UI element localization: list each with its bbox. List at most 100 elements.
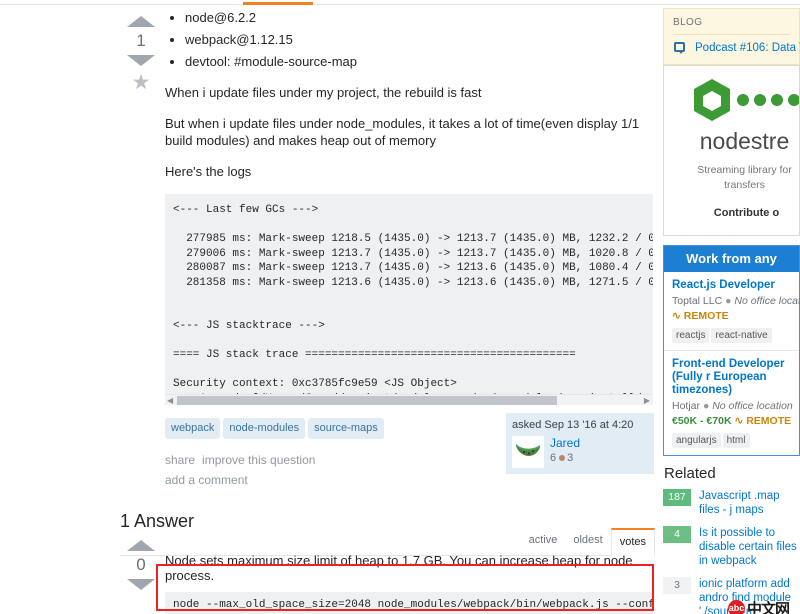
job-salary: €50K - €70K (672, 415, 732, 427)
reputation-value: 6 (550, 452, 556, 464)
related-section: Related 187 Javascript .map files - j ma… (663, 465, 800, 614)
ad-logo-dots (737, 94, 800, 106)
list-item: node@6.2.2 (185, 8, 653, 27)
job-tag[interactable]: html (723, 433, 750, 448)
question-vote-count: 1 (120, 30, 162, 52)
improve-question-link[interactable]: improve this question (202, 453, 315, 467)
divider (673, 34, 790, 35)
blog-item-link[interactable]: Podcast #106: Data Te (695, 41, 800, 55)
question-bullet-list: node@6.2.2 webpack@1.12.15 devtool: #mod… (165, 8, 653, 71)
ad-card[interactable]: nodestre Streaming library for transfers… (663, 65, 800, 236)
list-item: webpack@1.12.15 (185, 30, 653, 49)
job-listing[interactable]: Front-end Developer (Fully r European ti… (664, 350, 799, 455)
answer-body: Node sets maximum size limit of heap to … (165, 540, 653, 614)
watermelon-avatar-icon (515, 444, 541, 460)
ad-cta[interactable]: Contribute o (694, 207, 799, 219)
scroll-left-icon[interactable]: ◀ (167, 396, 173, 405)
question-owner-card: asked Sep 13 '16 at 4:20 Jared 63 (506, 413, 654, 474)
share-link[interactable]: share (165, 453, 195, 467)
dot-icon (788, 94, 800, 106)
job-company-row: Hotjar ● No office location (672, 400, 791, 413)
question-paragraph: Here's the logs (165, 163, 653, 180)
job-remote-label: REMOTE (684, 310, 729, 322)
main-content: 1 ★ node@6.2.2 webpack@1.12.15 devtool: … (0, 8, 660, 614)
user-name-link[interactable]: Jared (550, 436, 580, 450)
job-tag[interactable]: angularjs (672, 433, 721, 448)
dot-icon (737, 94, 749, 106)
dot-icon (754, 94, 766, 106)
speech-bubble-icon (674, 42, 685, 52)
related-vote-count: 3 (663, 577, 691, 594)
blog-card: BLOG Podcast #106: Data Te (663, 8, 800, 65)
blog-item[interactable]: Podcast #106: Data Te (673, 41, 790, 55)
related-vote-count: 187 (663, 489, 691, 506)
answer-upvote-icon[interactable] (127, 540, 155, 551)
scroll-right-icon[interactable]: ▶ (644, 396, 650, 405)
answer-text: Node sets maximum size limit of heap to … (165, 553, 653, 583)
related-item[interactable]: 187 Javascript .map files - j maps (663, 489, 800, 517)
answer-count-title: 1 Answer (120, 511, 194, 532)
watermark: abc 中文网 (728, 598, 789, 614)
answer-downvote-icon[interactable] (127, 579, 155, 590)
related-heading: Related (664, 465, 800, 482)
answer-code-block: node --max_old_space_size=2048 node_modu… (165, 592, 653, 614)
related-link[interactable]: Is it possible to disable certain files … (699, 526, 800, 568)
divider (0, 4, 800, 5)
list-item: devtool: #module-source-map (185, 52, 653, 71)
favorite-star-icon[interactable]: ★ (120, 72, 162, 93)
job-listing[interactable]: React.js Developer Toptal LLC ● No offic… (664, 272, 799, 350)
related-item[interactable]: 4 Is it possible to disable certain file… (663, 526, 800, 568)
ad-subtitle-line2: transfers (724, 179, 765, 191)
job-title-link[interactable]: React.js Developer (672, 279, 791, 292)
ad-logo-row (692, 78, 799, 122)
ad-title: nodestre (690, 128, 799, 155)
user-row: Jared 63 (512, 436, 648, 468)
blog-heading: BLOG (673, 17, 790, 28)
question-code-hscrollbar[interactable]: ◀ ▶ (165, 394, 653, 405)
active-tab-indicator[interactable] (243, 2, 313, 5)
map-pin-icon: ● (703, 400, 709, 412)
job-tag[interactable]: react-native (711, 328, 771, 343)
badge-count: 3 (567, 452, 573, 464)
job-remote-row: ∿ REMOTE (672, 310, 791, 322)
dot-icon (771, 94, 783, 106)
answer-vote-cell: 0 (120, 540, 162, 590)
job-company-row: Toptal LLC ● No office location (672, 295, 791, 308)
jobs-heading: Work from any (664, 246, 799, 272)
watermark-badge: abc (728, 600, 745, 614)
user-info: Jared 63 (550, 436, 580, 468)
user-reputation: 63 (550, 451, 580, 465)
job-tags: reactjsreact-native (672, 326, 791, 343)
add-comment-link[interactable]: add a comment (165, 473, 248, 487)
nodejs-hexagon-icon (692, 78, 732, 122)
tag[interactable]: source-maps (308, 418, 384, 439)
job-tag[interactable]: reactjs (672, 328, 709, 343)
job-location: No office location (712, 400, 793, 412)
stackoverflow-question-page: 1 ★ node@6.2.2 webpack@1.12.15 devtool: … (0, 0, 800, 614)
job-remote-row: €50K - €70K ∿ REMOTE (672, 415, 791, 427)
job-remote-label: REMOTE (746, 415, 791, 427)
question-paragraph: When i update files under my project, th… (165, 84, 653, 101)
job-company: Hotjar (672, 400, 700, 412)
wifi-icon: ∿ (672, 310, 681, 322)
right-sidebar: BLOG Podcast #106: Data Te no (663, 8, 800, 614)
avatar[interactable] (512, 436, 544, 468)
related-vote-count: 4 (663, 526, 691, 543)
job-location: No office location (734, 295, 800, 307)
ad-subtitle: Streaming library for transfers (690, 163, 799, 193)
watermark-text: 中文网 (747, 598, 789, 614)
wifi-icon: ∿ (734, 415, 743, 427)
tag[interactable]: webpack (165, 418, 220, 439)
question-code-block: <--- Last few GCs ---> 277985 ms: Mark-s… (165, 194, 653, 394)
ad-subtitle-line1: Streaming library for (697, 164, 792, 176)
question-upvote-icon[interactable] (127, 16, 155, 27)
job-tags: angularjshtml (672, 431, 791, 448)
map-pin-icon: ● (725, 295, 731, 307)
job-title-link[interactable]: Front-end Developer (Fully r European ti… (672, 358, 791, 397)
question-downvote-icon[interactable] (127, 55, 155, 66)
related-link[interactable]: Javascript .map files - j maps (699, 489, 800, 517)
tag[interactable]: node-modules (223, 418, 305, 439)
question-paragraph: But when i update files under node_modul… (165, 115, 653, 149)
scrollbar-thumb[interactable] (177, 396, 557, 405)
job-company: Toptal LLC (672, 295, 722, 307)
